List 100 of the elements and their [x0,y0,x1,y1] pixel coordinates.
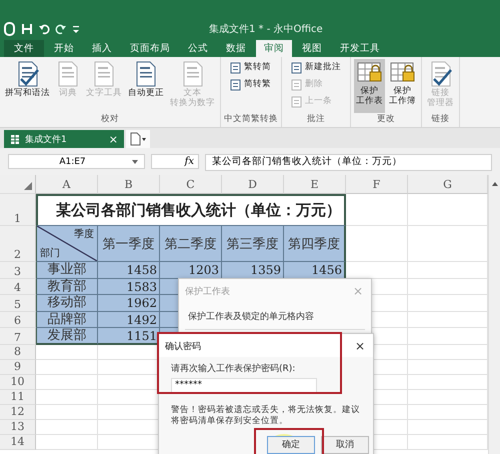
row-header[interactable]: 4 [0,278,36,296]
column-header[interactable]: D [222,175,284,194]
row-header[interactable]: 5 [0,295,36,312]
group-label: 批注 [306,113,326,126]
header-cell: 第三季度 [222,226,284,262]
document-icon [180,61,204,87]
close-tab-button[interactable]: × [108,132,118,146]
table-cell: 1492 [98,312,160,328]
highlight-frame [254,428,324,454]
app-logo-icon [4,22,16,36]
row-header[interactable]: 12 [0,404,36,420]
select-all-corner[interactable] [0,175,36,194]
group-label: 中文简繁转换 [224,113,278,126]
undo-icon [38,23,50,35]
ribbon-button[interactable]: 保护 工作簿 [387,59,418,113]
ribbon-tab[interactable]: 开发工具 [332,40,388,57]
formula-field[interactable]: 某公司各部门销售收入统计（单位：万元） [205,154,492,171]
row-header[interactable]: 2 [0,226,36,262]
scroll-up-icon [490,181,498,187]
warning-text: 警告！密码若被遗忘或丢失，将无法恢复。建议将密码清单保存到安全位置。 [170,404,361,428]
ribbon-tab[interactable]: 审阅 [256,40,292,57]
document-icon [16,61,40,87]
column-header[interactable]: C [160,175,222,194]
small-document-icon [291,62,302,74]
row-header[interactable]: 6 [0,312,36,328]
row-header[interactable]: 13 [0,420,36,435]
column-header[interactable]: B [98,175,160,194]
header-cell: 第四季度 [284,226,346,262]
table-cell: 品牌部 [36,312,98,328]
group-label: 校对 [100,113,120,126]
table-cell: 移动部 [36,295,98,312]
ribbon-button[interactable]: 拼写和语法 [3,59,52,113]
header-label: 部门 [40,246,60,260]
table-cell: 1151 [98,328,160,345]
row-header[interactable]: 10 [0,374,36,390]
ok-button[interactable]: 确定 [267,436,315,454]
password-field[interactable]: ****** [171,378,317,393]
ribbon-button[interactable]: 自动更正 [126,59,166,113]
row-header[interactable]: 8 [0,344,36,360]
ribbon-button[interactable]: 保护 工作表 [354,59,385,113]
row-header[interactable]: 1 [0,194,36,226]
column-header[interactable]: E [284,175,346,194]
function-button[interactable]: fx [151,154,199,169]
ribbon-tab[interactable]: 公式 [180,40,216,57]
document-icon [56,61,80,87]
column-header[interactable]: F [346,175,408,194]
vertical-scrollbar[interactable] [488,175,500,454]
small-document-icon [291,96,302,108]
table-cell: 1203 [160,262,222,279]
small-document-icon [230,62,241,74]
document-icon [428,61,452,87]
ribbon-tab[interactable]: 插入 [84,40,120,57]
row-header[interactable]: 11 [0,390,36,405]
header-cell: 第一季度 [98,226,160,262]
new-document-icon [129,132,147,146]
header-label: 季度 [74,228,94,241]
document-icon [92,61,116,87]
document-tab[interactable]: 集成文件1 × [4,130,124,148]
new-document-button[interactable] [126,130,150,148]
name-box[interactable]: A1:E7 [8,154,145,169]
ribbon-button[interactable]: 繁转简 [228,61,273,75]
redo-icon [55,23,67,35]
corner-triangle-icon [24,182,32,190]
table-cell: 教育部 [36,278,98,296]
spreadsheet-icon [10,134,20,144]
document-icon [134,61,158,87]
customize-icon [72,23,80,35]
ribbon-button[interactable]: 新建批注 [289,61,343,75]
row-header[interactable]: 3 [0,262,36,279]
column-header[interactable]: A [36,175,98,194]
group-label: 链接 [430,113,450,126]
field-label: 请再次输入工作表保护密码(R): [170,362,296,376]
small-document-icon [230,79,241,91]
group-label: 更改 [376,113,396,126]
cancel-button[interactable]: 取消 [321,436,369,454]
dialog-title: 确认密码 [165,340,201,352]
row-header[interactable]: 9 [0,360,36,375]
dropdown-arrow-icon [130,158,139,164]
empty-cell[interactable] [346,194,408,226]
ribbon-button[interactable]: 简转繁 [228,78,273,92]
file-menu[interactable]: 文件 [4,40,44,57]
ribbon-tab[interactable]: 页面布局 [122,40,178,57]
option-label: 保护工作表及锁定的单元格内容 [185,306,365,330]
ribbon-tab[interactable]: 视图 [294,40,330,57]
close-button[interactable]: × [354,339,365,353]
table-cell: 1359 [222,262,284,279]
table-cell: 1962 [98,295,160,312]
row-header[interactable]: 14 [0,434,36,450]
ribbon-tab[interactable]: 数据 [218,40,254,57]
table-cell: 1583 [98,278,160,296]
table-cell: 事业部 [36,262,98,279]
dialog-title: 保护工作表 [185,286,230,298]
table-cell: 1456 [284,262,346,279]
table-cell: 1458 [98,262,160,279]
row-header[interactable]: 7 [0,328,36,345]
window-title: 集成文件1 * - 永中Office [209,22,323,36]
table-cell: 发展部 [36,328,98,345]
small-document-icon [291,79,302,91]
header-cell: 第二季度 [160,226,222,262]
ribbon-tab[interactable]: 开始 [46,40,82,57]
